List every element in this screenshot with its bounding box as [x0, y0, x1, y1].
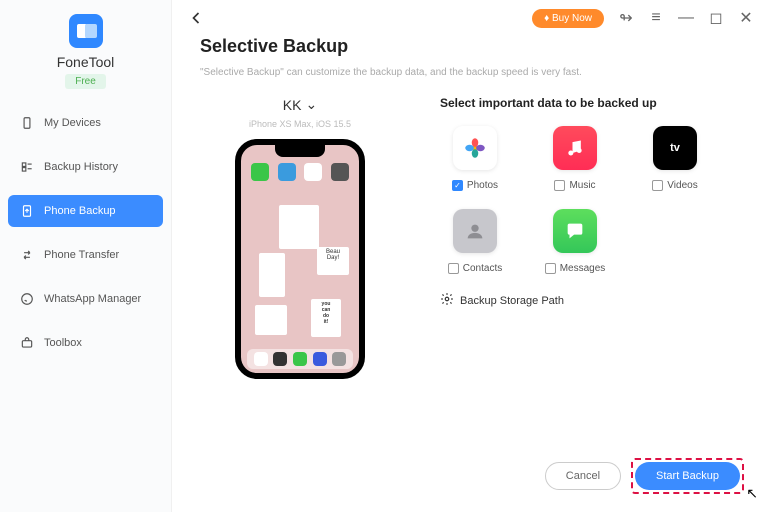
device-name-text: KK	[283, 97, 302, 113]
checkbox-messages[interactable]	[545, 263, 556, 274]
cursor-icon: ↖	[746, 485, 758, 502]
nav-label: Phone Transfer	[44, 249, 119, 261]
card-photos[interactable]: Photos	[440, 126, 510, 191]
minimize-button[interactable]: —	[678, 10, 694, 26]
photos-icon	[453, 126, 497, 170]
nav-label: My Devices	[44, 117, 101, 129]
back-button[interactable]	[186, 8, 206, 28]
nav-phone-transfer[interactable]: Phone Transfer	[8, 239, 163, 271]
topbar: ♦ Buy Now ↬ ≡ — ◻ ✕	[172, 0, 768, 36]
page-subtitle: "Selective Backup" can customize the bac…	[200, 67, 740, 78]
main: ♦ Buy Now ↬ ≡ — ◻ ✕ Selective Backup "Se…	[172, 0, 768, 512]
nav: My Devices Backup History Phone Backup P…	[0, 107, 171, 371]
chevron-down-icon: ⌄	[305, 96, 317, 113]
whatsapp-icon	[20, 292, 34, 306]
checkbox-contacts[interactable]	[448, 263, 459, 274]
buy-now-button[interactable]: ♦ Buy Now	[532, 9, 604, 28]
gear-icon	[440, 292, 454, 309]
maximize-button[interactable]: ◻	[708, 10, 724, 26]
contacts-icon	[453, 209, 497, 253]
nav-label: WhatsApp Manager	[44, 293, 141, 305]
menu-icon[interactable]: ≡	[648, 10, 664, 26]
close-button[interactable]: ✕	[738, 10, 754, 26]
nav-label: Backup History	[44, 161, 118, 173]
content: Selective Backup "Selective Backup" can …	[172, 36, 768, 512]
nav-whatsapp-manager[interactable]: WhatsApp Manager	[8, 283, 163, 315]
checkbox-music[interactable]	[554, 180, 565, 191]
nav-my-devices[interactable]: My Devices	[8, 107, 163, 139]
card-messages[interactable]: Messages	[540, 209, 610, 274]
free-badge: Free	[65, 74, 106, 89]
device-icon	[20, 116, 34, 130]
device-column: KK ⌄ iPhone XS Max, iOS 15.5	[200, 96, 400, 379]
device-info: iPhone XS Max, iOS 15.5	[200, 119, 400, 129]
app-logo	[69, 14, 103, 48]
start-backup-highlight: Start Backup	[631, 458, 744, 494]
section-title: Select important data to be backed up	[440, 96, 740, 110]
history-icon	[20, 160, 34, 174]
card-music[interactable]: Music	[540, 126, 610, 191]
nav-label: Phone Backup	[44, 205, 116, 217]
messages-icon	[553, 209, 597, 253]
nav-toolbox[interactable]: Toolbox	[8, 327, 163, 359]
sidebar: FoneTool Free My Devices Backup History …	[0, 0, 172, 512]
backup-storage-path[interactable]: Backup Storage Path	[440, 292, 740, 309]
link-icon[interactable]: ↬	[618, 10, 634, 26]
phone-preview: BeauDay! youcandoit!	[235, 139, 365, 379]
card-videos[interactable]: tv Videos	[640, 126, 710, 191]
start-backup-button[interactable]: Start Backup	[635, 462, 740, 490]
checkbox-videos[interactable]	[652, 180, 663, 191]
nav-phone-backup[interactable]: Phone Backup	[8, 195, 163, 227]
page-title: Selective Backup	[200, 36, 740, 57]
toolbox-icon	[20, 336, 34, 350]
brand-name: FoneTool	[57, 54, 115, 70]
device-selector[interactable]: KK ⌄	[283, 96, 317, 113]
nav-backup-history[interactable]: Backup History	[8, 151, 163, 183]
nav-label: Toolbox	[44, 337, 82, 349]
data-column: Select important data to be backed up Ph…	[440, 96, 740, 379]
backup-icon	[20, 204, 34, 218]
cancel-button[interactable]: Cancel	[545, 462, 621, 490]
videos-icon: tv	[653, 126, 697, 170]
music-icon	[553, 126, 597, 170]
checkbox-photos[interactable]	[452, 180, 463, 191]
card-contacts[interactable]: Contacts	[440, 209, 510, 274]
transfer-icon	[20, 248, 34, 262]
footer-actions: Cancel Start Backup	[545, 458, 744, 494]
